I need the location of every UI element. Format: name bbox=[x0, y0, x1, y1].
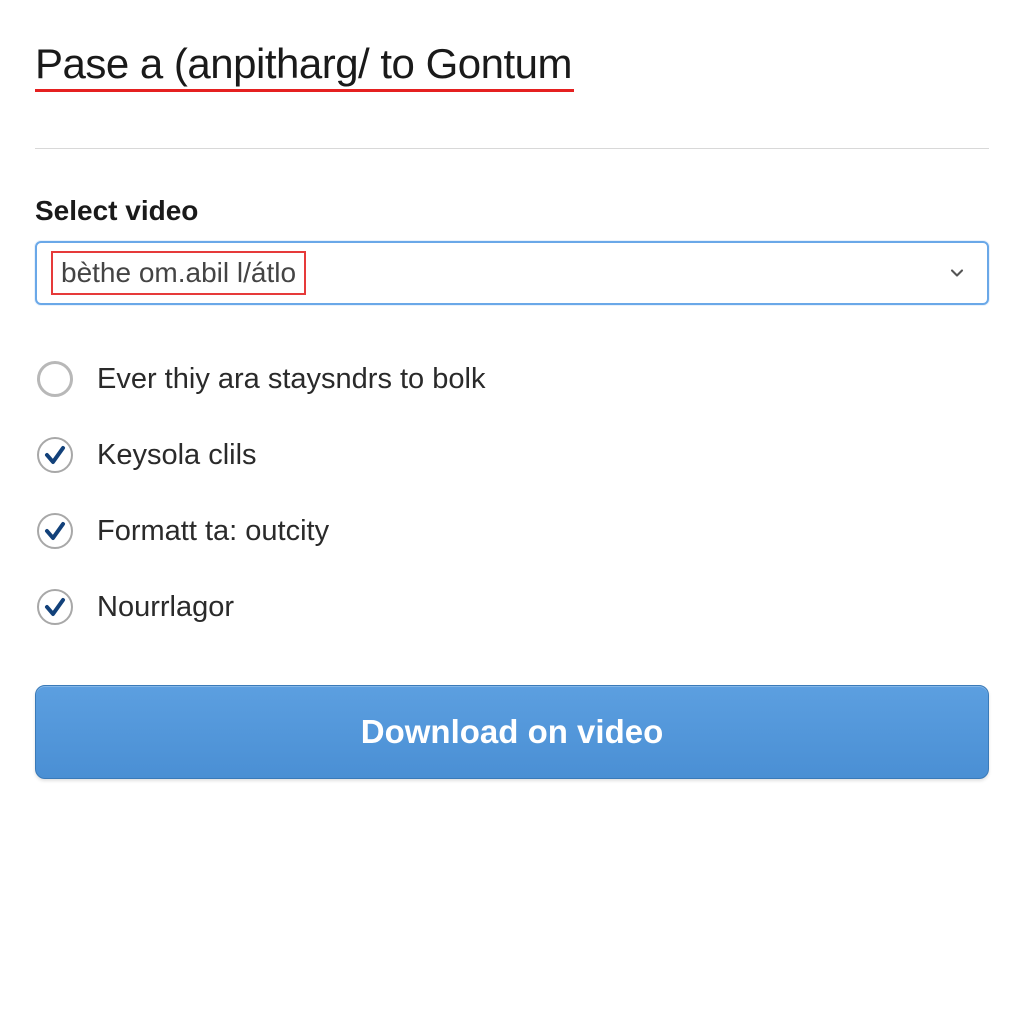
option-row-1[interactable]: Ever thiy ara staysndrs to bolk bbox=[35, 341, 989, 417]
option-label: Ever thiy ara staysndrs to bolk bbox=[97, 363, 485, 396]
checkbox-checked-icon bbox=[37, 437, 73, 473]
options-list: Ever thiy ara staysndrs to bolk Keysola … bbox=[35, 341, 989, 645]
page-title: Pase a (anpitharg/ to Gontum bbox=[35, 40, 572, 88]
select-video-label: Select video bbox=[35, 195, 989, 227]
video-select-value: bèthe om.abil l/átlo bbox=[61, 257, 296, 289]
radio-unchecked-icon bbox=[37, 361, 73, 397]
title-underline-right bbox=[164, 89, 574, 92]
checkbox-checked-icon bbox=[37, 589, 73, 625]
select-value-highlight: bèthe om.abil l/átlo bbox=[51, 251, 306, 295]
title-underline-left bbox=[35, 89, 170, 92]
page-title-wrap: Pase a (anpitharg/ to Gontum bbox=[35, 40, 572, 88]
option-label: Nourrlagor bbox=[97, 591, 234, 624]
option-row-3[interactable]: Formatt ta: outcity bbox=[35, 493, 989, 569]
video-select[interactable]: bèthe om.abil l/átlo bbox=[35, 241, 989, 305]
option-row-2[interactable]: Keysola clils bbox=[35, 417, 989, 493]
option-label: Formatt ta: outcity bbox=[97, 515, 329, 548]
divider bbox=[35, 148, 989, 149]
option-row-4[interactable]: Nourrlagor bbox=[35, 569, 989, 645]
option-label: Keysola clils bbox=[97, 439, 257, 472]
download-button[interactable]: Download on video bbox=[35, 685, 989, 779]
checkbox-checked-icon bbox=[37, 513, 73, 549]
chevron-down-icon bbox=[947, 263, 967, 283]
